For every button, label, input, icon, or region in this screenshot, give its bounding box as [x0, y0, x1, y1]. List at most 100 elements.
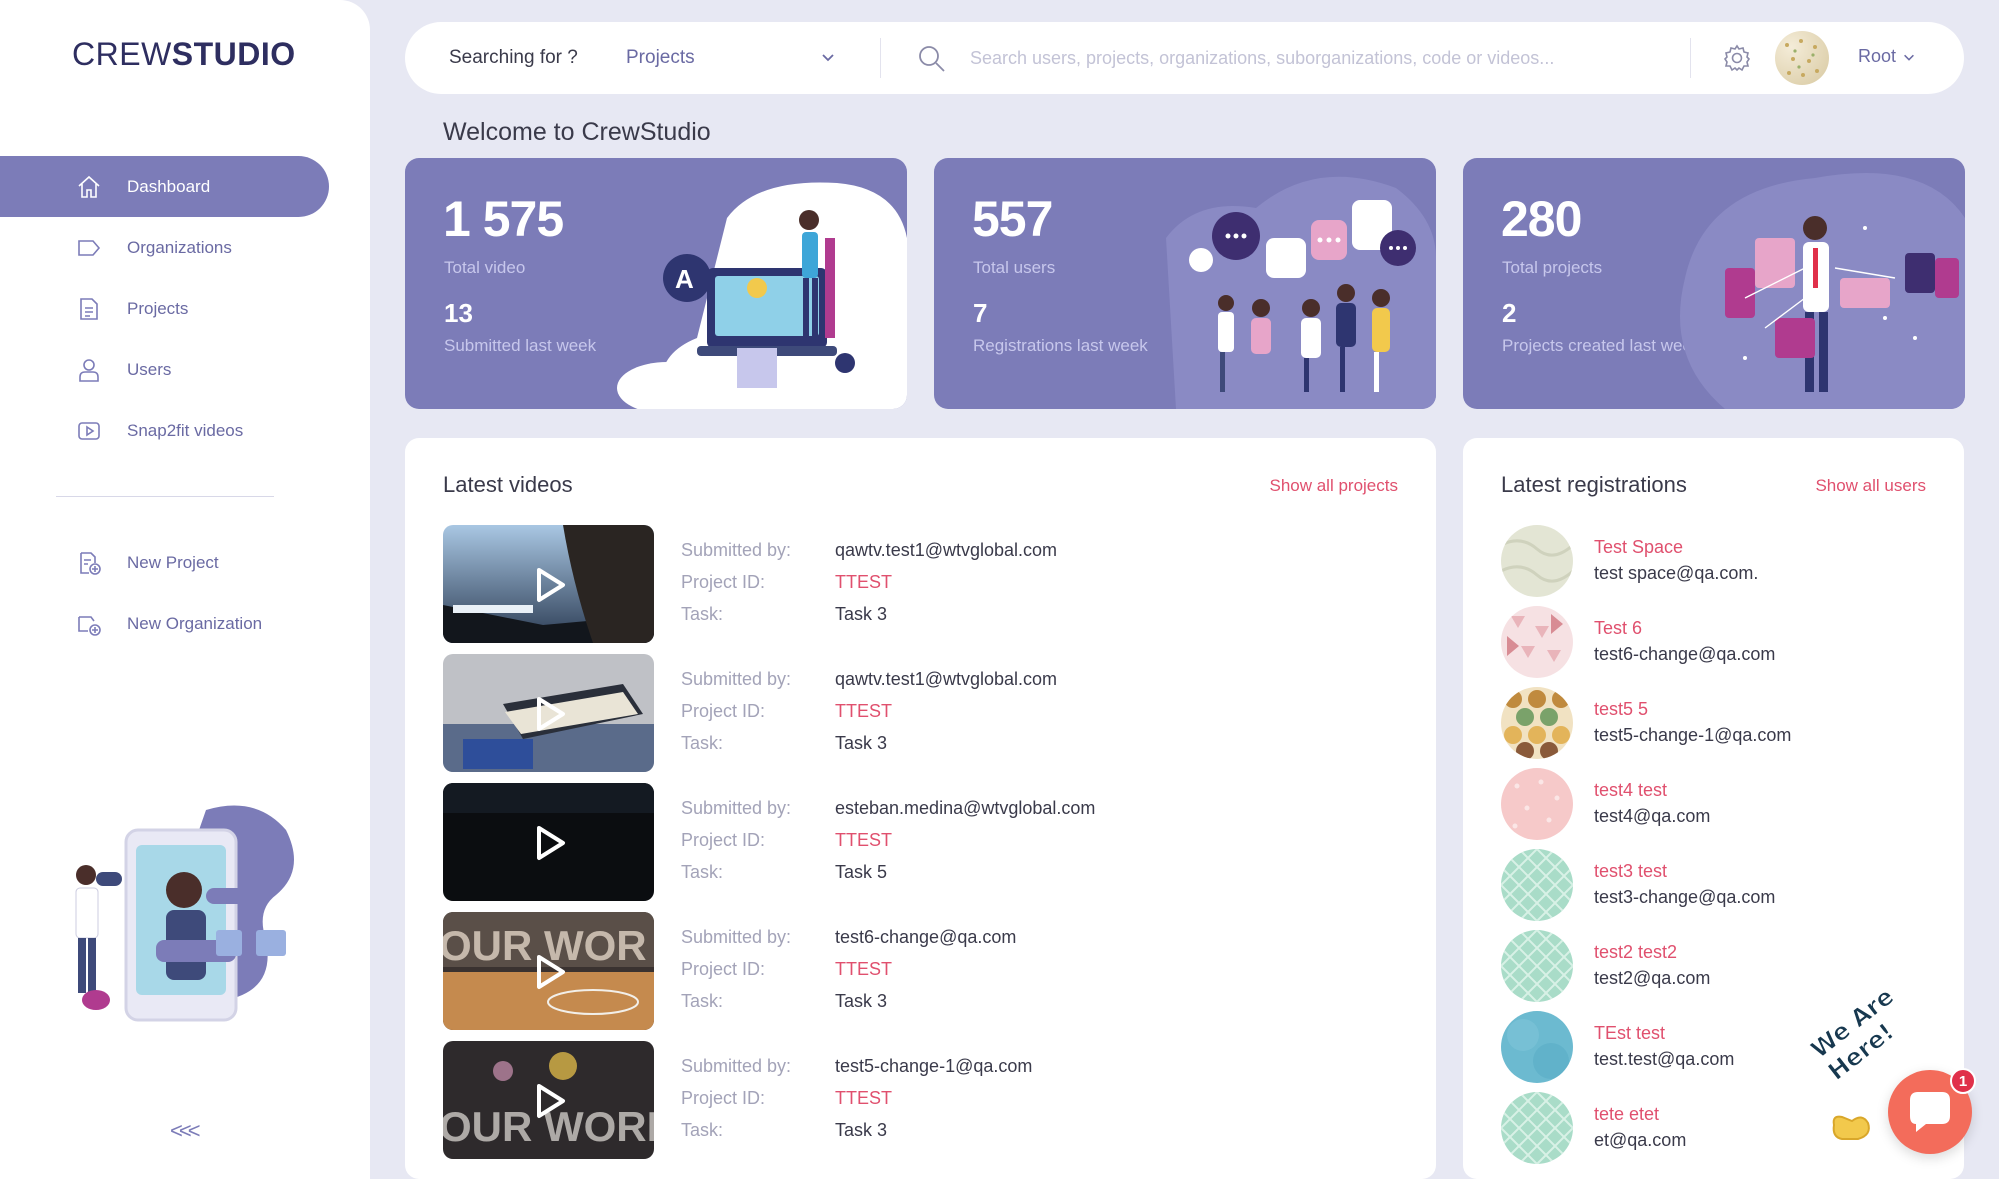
submitted-by-value: test6-change@qa.com — [835, 927, 1017, 947]
task-label: Task: — [681, 604, 724, 624]
sidebar-item-dashboard[interactable]: Dashboard — [0, 156, 329, 217]
project-id-value[interactable]: TTEST — [835, 830, 892, 851]
sidebar-divider — [56, 496, 274, 497]
registration-email: test5-change-1@qa.com — [1594, 725, 1792, 745]
play-icon — [537, 1084, 565, 1118]
project-id-value[interactable]: TTEST — [835, 1088, 892, 1109]
new-organization-button[interactable]: New Organization — [0, 593, 329, 654]
stat-card-users[interactable]: 557 Total users 7 Registrations last wee… — [934, 158, 1436, 409]
task-value: Task 3 — [835, 604, 888, 624]
avatar[interactable] — [1775, 31, 1829, 85]
show-all-users-link[interactable]: Show all users — [1815, 476, 1926, 496]
video-icon — [76, 418, 102, 444]
sidebar-item-label: Users — [127, 359, 172, 379]
avatar[interactable] — [1501, 849, 1573, 921]
avatar[interactable] — [1501, 768, 1573, 840]
stat-card-projects[interactable]: 280 Total projects 2 Projects created la… — [1463, 158, 1965, 409]
project-id-value[interactable]: TTEST — [835, 572, 892, 593]
users-illustration — [1166, 176, 1436, 409]
sidebar-item-label: Projects — [127, 298, 189, 318]
submitted-by-label: Submitted by: — [681, 669, 792, 689]
user-icon — [76, 357, 102, 383]
submitted-by-value: test5-change-1@qa.com — [835, 1056, 1033, 1076]
notification-badge: 1 — [1950, 1068, 1976, 1094]
sidebar-item-snap2fit-videos[interactable]: Snap2fit videos — [0, 400, 329, 461]
sidebar: CREWSTUDIO Dashboard Organizations Proje… — [0, 0, 370, 1179]
video-row: Submitted by: esteban.medina@wtvglobal.c… — [443, 783, 1343, 901]
sidebar-item-label: Snap2fit videos — [127, 420, 244, 440]
latest-registrations-title: Latest registrations — [1501, 472, 1687, 497]
project-id-label: Project ID: — [681, 701, 766, 721]
new-project-button[interactable]: New Project — [0, 532, 329, 593]
avatar[interactable] — [1501, 1011, 1573, 1083]
registration-row: test4 test test4@qa.com — [1501, 768, 1901, 840]
stat-label: Total users — [973, 258, 1056, 277]
search-icon[interactable] — [917, 44, 947, 74]
video-thumbnail[interactable] — [443, 783, 654, 901]
brand-logo-part2: STUDIO — [171, 36, 296, 72]
project-id-label: Project ID: — [681, 572, 766, 592]
new-project-label: New Project — [127, 552, 219, 572]
avatar[interactable] — [1501, 525, 1573, 597]
brand-logo[interactable]: CREWSTUDIO — [72, 36, 296, 73]
topbar-divider — [880, 38, 881, 78]
registration-email: test4@qa.com — [1594, 806, 1711, 826]
registration-email: test6-change@qa.com — [1594, 644, 1776, 664]
registration-name[interactable]: tete etet — [1594, 1104, 1659, 1125]
submitted-by-value: esteban.medina@wtvglobal.com — [835, 798, 1096, 818]
video-thumbnail[interactable]: OUR WORK — [443, 1041, 654, 1159]
sidebar-nav: Dashboard Organizations Projects Users S… — [0, 156, 370, 461]
avatar[interactable] — [1501, 1092, 1573, 1164]
avatar[interactable] — [1501, 606, 1573, 678]
avatar[interactable] — [1501, 930, 1573, 1002]
registration-name[interactable]: Test Space — [1594, 537, 1683, 558]
video-row: OUR WORK Submitted by: test5-change-1@qa… — [443, 1041, 1343, 1159]
registration-name[interactable]: Test 6 — [1594, 618, 1642, 639]
latest-videos-title: Latest videos — [443, 472, 573, 497]
task-value: Task 3 — [835, 1120, 888, 1140]
video-row: Submitted by: qawtv.test1@wtvglobal.com … — [443, 654, 1343, 772]
project-id-value[interactable]: TTEST — [835, 701, 892, 722]
search-input[interactable] — [970, 40, 1660, 76]
user-name: Root — [1858, 46, 1897, 66]
video-row: OUR WOR Submitted by: test6-change@qa.co… — [443, 912, 1343, 1030]
registration-email: test.test@qa.com — [1594, 1049, 1735, 1069]
registration-name[interactable]: test3 test — [1594, 861, 1667, 882]
project-id-value[interactable]: TTEST — [835, 959, 892, 980]
user-menu[interactable]: Root — [1858, 46, 1916, 67]
sidebar-item-label: Dashboard — [127, 176, 211, 196]
show-all-projects-link[interactable]: Show all projects — [1269, 476, 1398, 496]
latest-videos-panel: Latest videos Show all projects Submitte… — [405, 438, 1436, 1179]
submitted-by-value: qawtv.test1@wtvglobal.com — [835, 669, 1058, 689]
svg-text:A: A — [675, 264, 694, 294]
registration-name[interactable]: test4 test — [1594, 780, 1667, 801]
new-project-icon — [76, 550, 102, 576]
stat-sub-value: 7 — [973, 298, 988, 328]
stat-value: 1 575 — [443, 191, 564, 247]
avatar[interactable] — [1501, 687, 1573, 759]
stat-sub-label: Registrations last week — [973, 336, 1148, 355]
sidebar-item-projects[interactable]: Projects — [0, 278, 329, 339]
sidebar-item-organizations[interactable]: Organizations — [0, 217, 329, 278]
task-label: Task: — [681, 991, 724, 1011]
registration-email: test3-change@qa.com — [1594, 887, 1776, 907]
stat-card-videos[interactable]: 1 575 Total video 13 Submitted last week… — [405, 158, 907, 409]
search-scope-value: Projects — [626, 47, 695, 68]
stat-sub-value: 13 — [444, 298, 473, 328]
new-organization-label: New Organization — [127, 613, 263, 633]
registration-name[interactable]: test2 test2 — [1594, 942, 1677, 963]
video-thumbnail[interactable] — [443, 525, 654, 643]
video-thumbnail[interactable]: OUR WOR — [443, 912, 654, 1030]
sidebar-collapse-button[interactable]: <<< — [170, 1118, 200, 1144]
registration-name[interactable]: TEst test — [1594, 1023, 1665, 1044]
search-scope-select[interactable]: Projects — [626, 47, 866, 69]
submitted-by-label: Submitted by: — [681, 927, 792, 947]
registration-row: test3 test test3-change@qa.com — [1501, 849, 1901, 921]
gear-icon[interactable] — [1723, 44, 1751, 72]
video-thumbnail[interactable] — [443, 654, 654, 772]
brand-logo-part1: CREW — [72, 36, 172, 72]
topbar-divider — [1690, 38, 1691, 78]
sidebar-item-users[interactable]: Users — [0, 339, 329, 400]
stat-sub-label: Submitted last week — [444, 336, 597, 355]
registration-name[interactable]: test5 5 — [1594, 699, 1648, 720]
